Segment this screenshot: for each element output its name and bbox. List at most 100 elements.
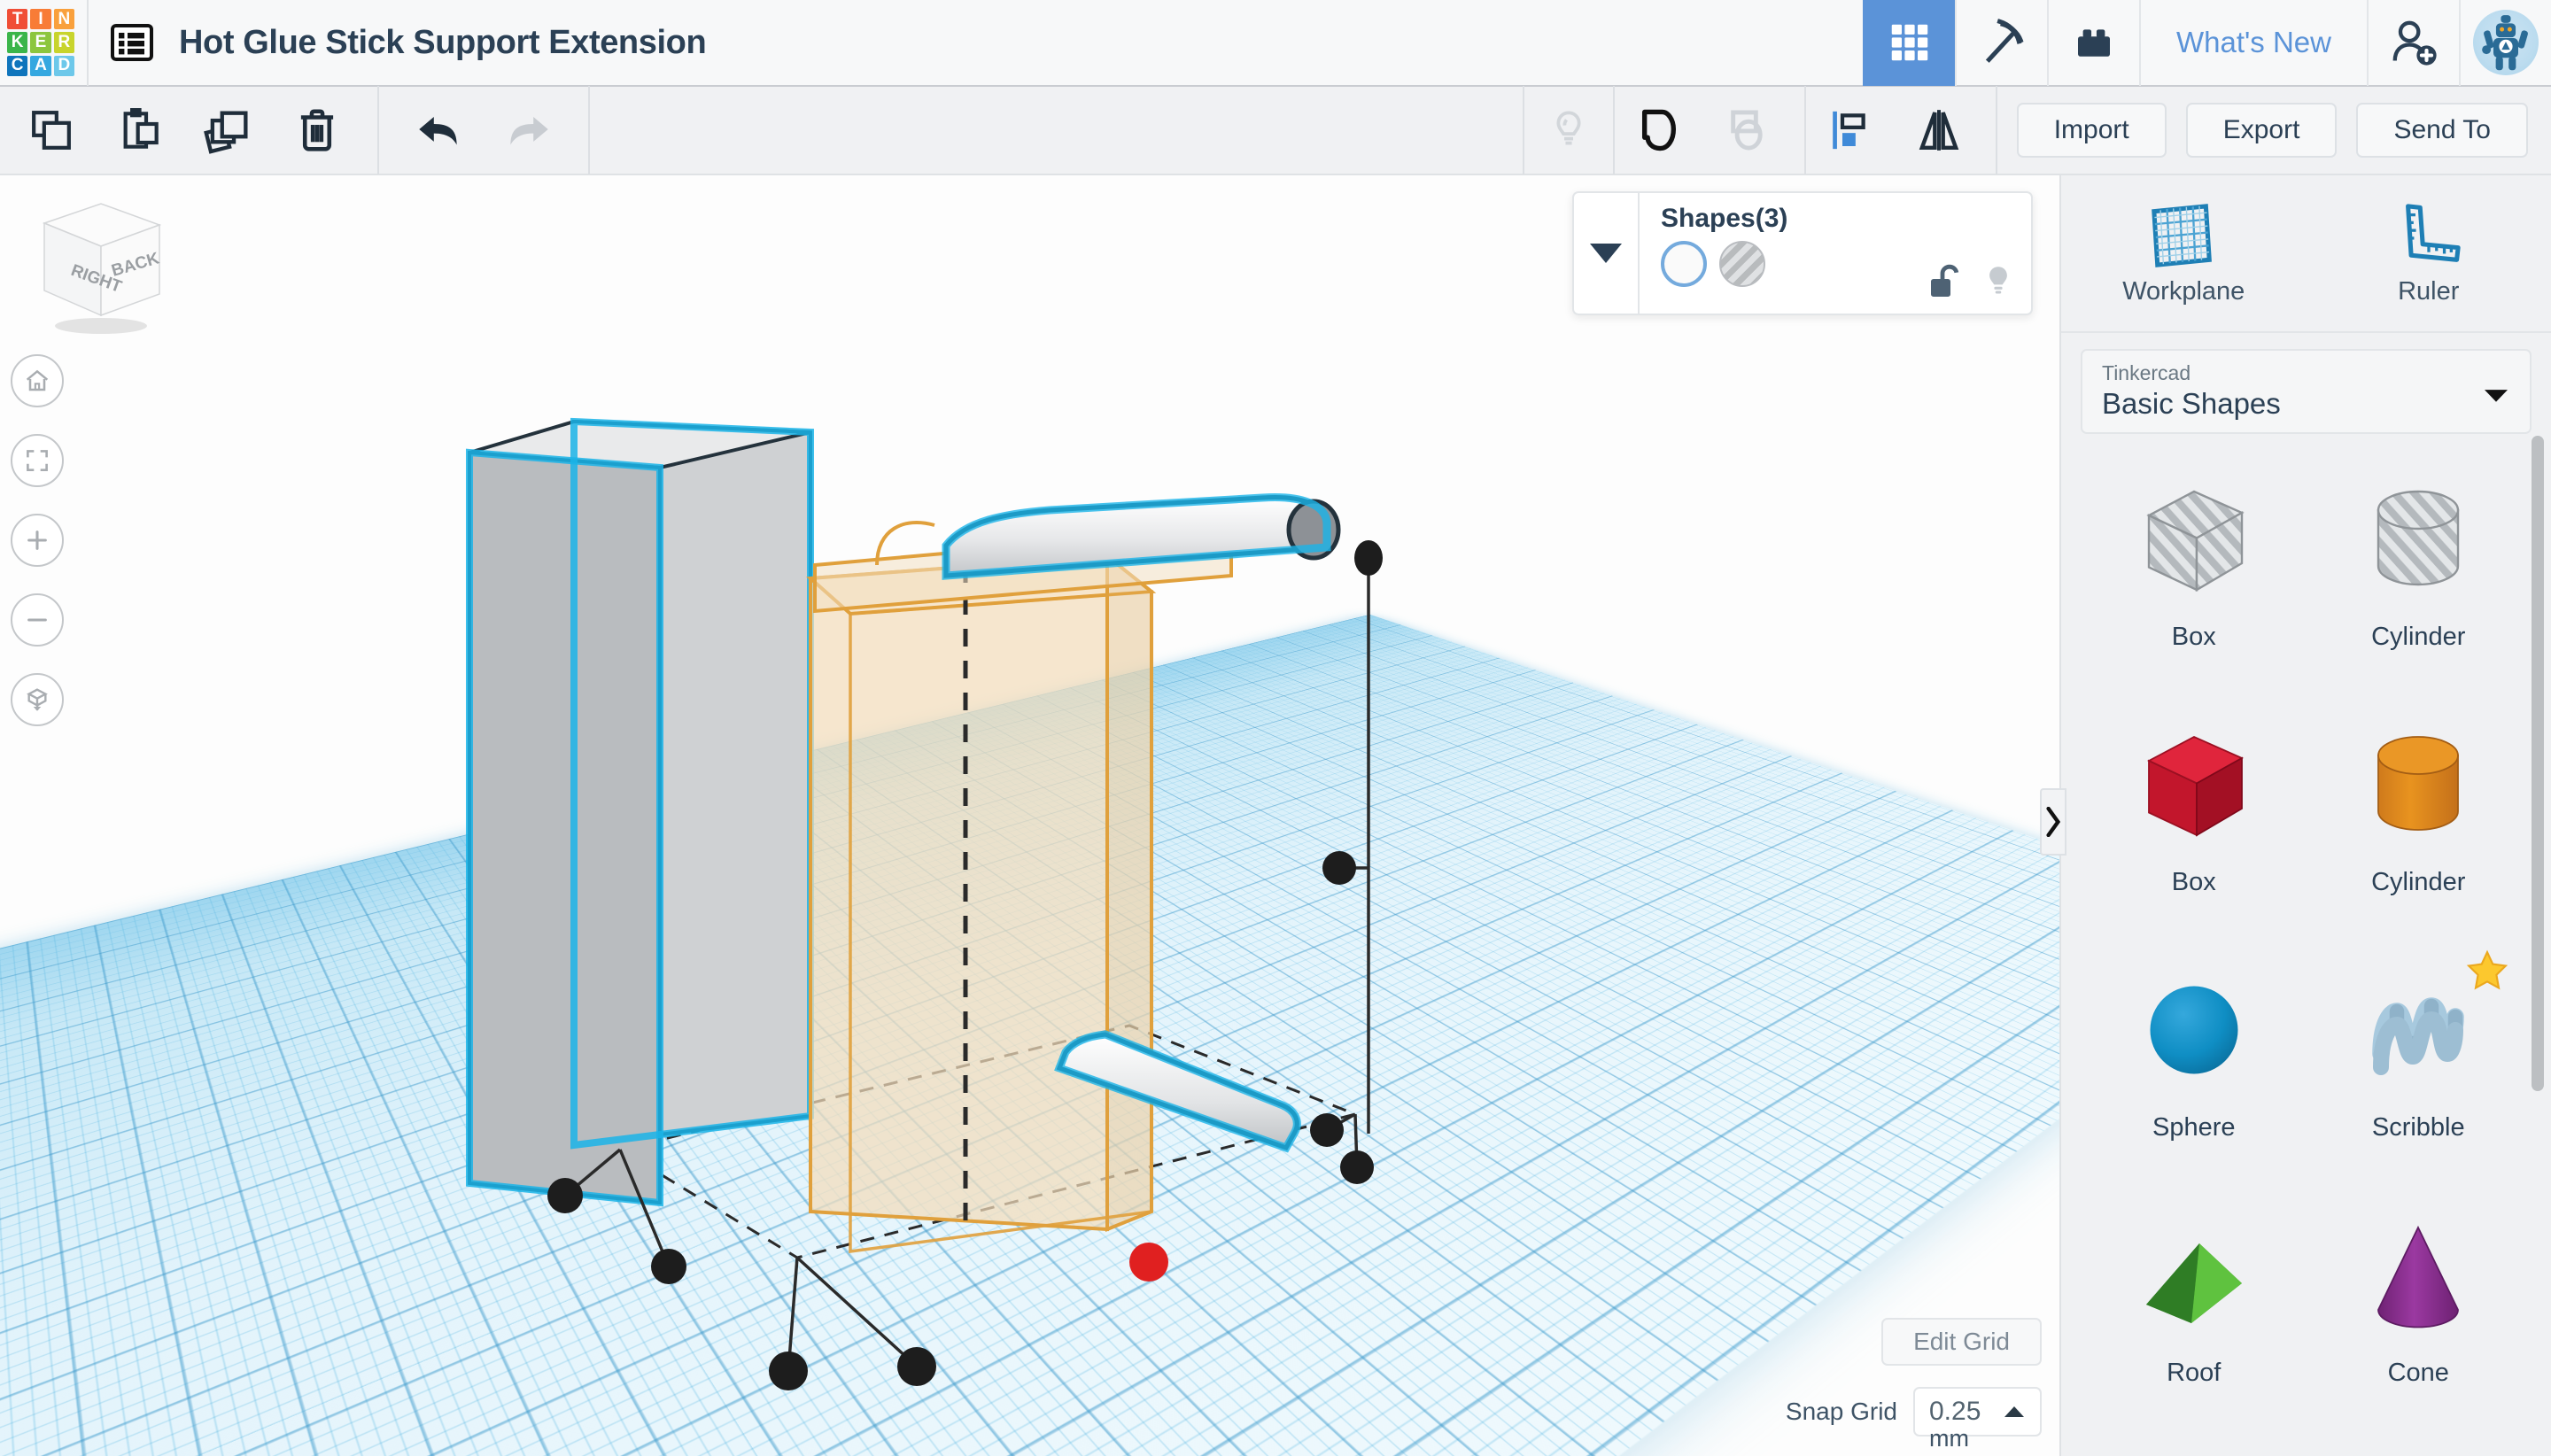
zoom-in-button[interactable]	[11, 514, 64, 567]
copy-icon	[27, 105, 76, 155]
topbar-right-group: What's New	[1863, 0, 2551, 86]
sidebar-item-ruler[interactable]: Ruler	[2307, 175, 2551, 331]
ungroup-button[interactable]	[1703, 86, 1792, 174]
box-arrow-icon	[23, 685, 51, 714]
paste-icon	[115, 105, 165, 155]
shape-label: Roof	[2167, 1359, 2221, 1388]
shape-thumb	[2086, 702, 2302, 866]
sidebar-collapse-button[interactable]	[2040, 788, 2066, 856]
shape-box-hole[interactable]: Box	[2086, 457, 2302, 685]
shapes-panel[interactable]: Shapes(3)	[1572, 191, 2033, 315]
designs-grid-button[interactable]	[1863, 0, 1955, 86]
edit-grid-button[interactable]: Edit Grid	[1881, 1318, 2042, 1366]
logo-letter-i: I	[30, 9, 50, 29]
shape-label: Box	[2172, 868, 2216, 897]
logo-letter-n: N	[54, 9, 74, 29]
redo-arrow-icon	[500, 103, 555, 158]
grid-icon	[1886, 19, 1934, 66]
duplicate-button[interactable]	[184, 86, 273, 174]
whats-new-link[interactable]: What's New	[2139, 0, 2367, 86]
invite-user-button[interactable]	[2367, 0, 2459, 86]
logo-letter-c: C	[7, 56, 27, 76]
codeblocks-button[interactable]	[1955, 0, 2047, 86]
undo-button[interactable]	[395, 86, 484, 174]
copy-button[interactable]	[7, 86, 96, 174]
zoom-out-button[interactable]	[11, 593, 64, 647]
logo-letter-t: T	[7, 9, 27, 29]
lightbulb-icon	[1981, 262, 2015, 301]
add-person-icon	[2388, 17, 2439, 68]
workplane-label: Workplane	[2122, 277, 2245, 306]
projection-toggle-button[interactable]	[11, 673, 64, 726]
workplane-grid-icon	[2147, 201, 2220, 270]
home-view-button[interactable]	[11, 354, 64, 407]
minus-icon	[23, 606, 51, 634]
fit-frame-icon	[24, 447, 50, 474]
toolbar-separator	[377, 86, 379, 174]
group-button[interactable]	[1615, 86, 1703, 174]
tinkercad-logo[interactable]: T I N K E R C A D	[7, 9, 74, 76]
shapes-panel-icons	[1927, 262, 2015, 301]
list-menu-icon[interactable]	[108, 22, 156, 63]
library-provider: Tinkercad	[2102, 361, 2510, 385]
undo-arrow-icon	[412, 103, 467, 158]
redo-button[interactable]	[484, 86, 572, 174]
workplane-grid[interactable]	[0, 615, 2059, 1456]
topbar-divider	[87, 0, 89, 86]
snap-grid-unit: mm	[1929, 1425, 1969, 1452]
snap-grid-label: Snap Grid	[1786, 1398, 1897, 1426]
view-cube[interactable]: RIGHT BACK	[19, 195, 179, 337]
ruler-label: Ruler	[2398, 277, 2459, 306]
3d-viewport[interactable]: RIGHT BACK	[0, 175, 2059, 1456]
plus-icon	[23, 526, 51, 554]
shape-roof[interactable]: Roof	[2086, 1193, 2302, 1421]
shapes-panel-toggle[interactable]	[1574, 193, 1640, 314]
caret-up-icon	[2003, 1405, 2026, 1419]
import-button[interactable]: Import	[2017, 103, 2167, 158]
shape-thumb	[2311, 1193, 2527, 1357]
shape-thumb	[2086, 1193, 2302, 1357]
shape-thumb	[2311, 457, 2527, 621]
delete-button[interactable]	[273, 86, 361, 174]
solid-swatch[interactable]	[1661, 241, 1707, 287]
chevron-right-icon	[2045, 807, 2061, 837]
shape-box[interactable]: Box	[2086, 702, 2302, 931]
shape-cylinder-hole[interactable]: Cylinder	[2311, 457, 2527, 685]
shape-thumb	[2311, 702, 2527, 866]
paste-button[interactable]	[96, 86, 184, 174]
top-bar-object	[946, 498, 1338, 576]
shape-library-dropdown[interactable]: Tinkercad Basic Shapes	[2081, 349, 2532, 434]
brick-icon	[2070, 19, 2118, 66]
shape-label: Cylinder	[2371, 868, 2465, 897]
duplicate-icon	[203, 105, 254, 156]
shape-cylinder[interactable]: Cylinder	[2311, 702, 2527, 931]
shape-thumb	[2086, 457, 2302, 621]
mirror-flip-icon	[1914, 105, 1964, 155]
shape-scribble[interactable]: Scribble	[2311, 948, 2527, 1176]
sidebar-item-workplane[interactable]: Workplane	[2061, 175, 2307, 331]
mirror-button[interactable]	[1895, 86, 1983, 174]
align-icon	[1826, 106, 1874, 154]
caret-down-icon	[2484, 388, 2508, 407]
pickaxe-icon	[1976, 17, 2028, 68]
shape-cone[interactable]: Cone	[2311, 1193, 2527, 1421]
shape-label: Cone	[2388, 1359, 2449, 1388]
shape-sphere[interactable]: Sphere	[2086, 948, 2302, 1176]
group-icon	[1634, 105, 1684, 155]
hide-show-button[interactable]	[1524, 86, 1613, 174]
logo-letter-e: E	[30, 32, 50, 52]
send-to-button[interactable]: Send To	[2356, 103, 2528, 158]
user-avatar-button[interactable]	[2459, 0, 2551, 86]
top-bar: T I N K E R C A D Hot Glue Stick Support…	[0, 0, 2551, 87]
blocks-button[interactable]	[2047, 0, 2139, 86]
lightbulb-icon	[1547, 108, 1591, 152]
shape-label: Sphere	[2152, 1113, 2236, 1142]
export-button[interactable]: Export	[2186, 103, 2338, 158]
shape-label: Box	[2172, 623, 2216, 652]
hole-swatch[interactable]	[1719, 241, 1765, 287]
snap-grid-value: 0.25	[1929, 1397, 1981, 1427]
shape-gallery-scrollbar[interactable]	[2532, 436, 2544, 1091]
sidebar-tools: Workplane Ruler	[2061, 175, 2551, 333]
fit-to-view-button[interactable]	[11, 434, 64, 487]
align-button[interactable]	[1806, 86, 1895, 174]
